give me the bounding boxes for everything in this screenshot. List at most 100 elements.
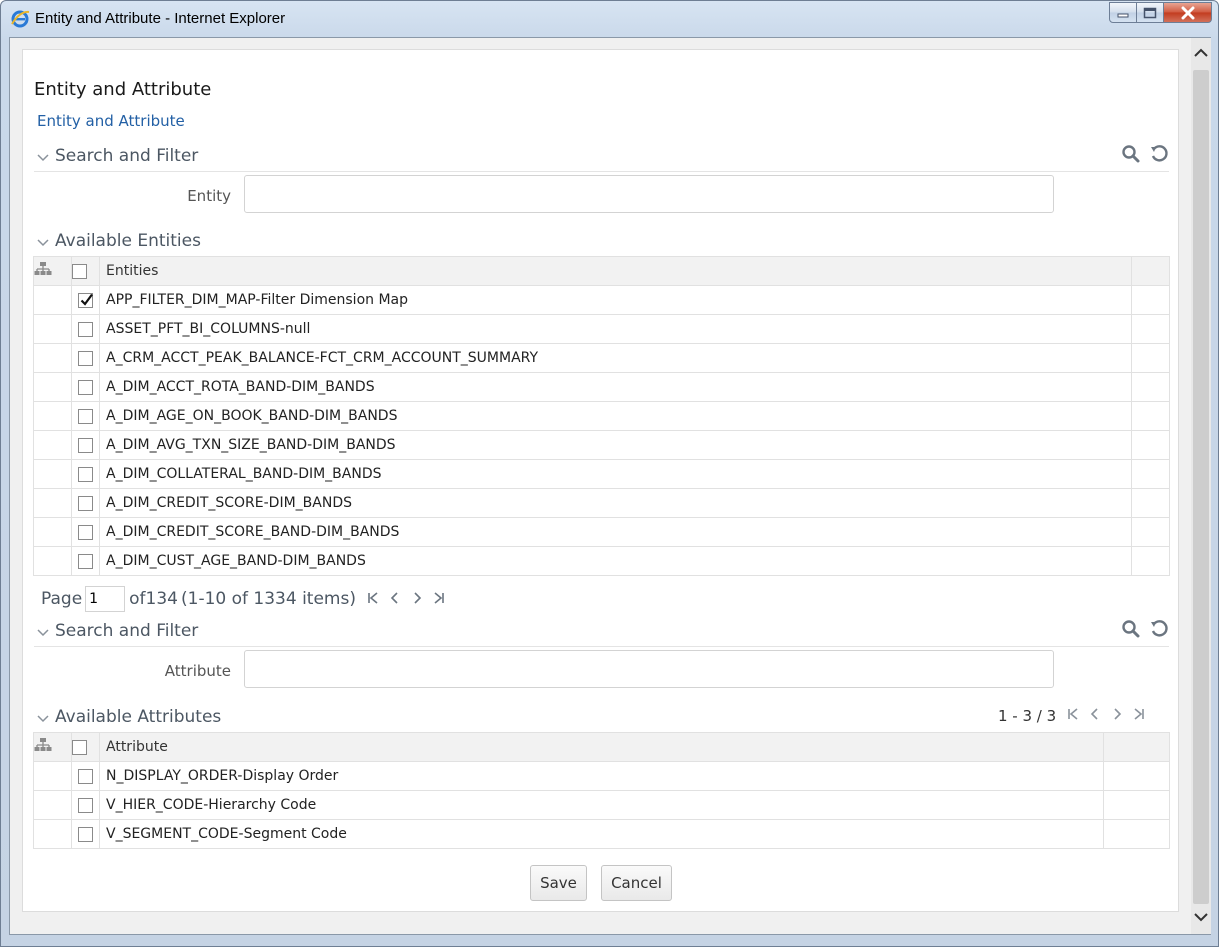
row-label[interactable]: A_DIM_CREDIT_SCORE_BAND-DIM_BANDS: [99, 517, 1132, 547]
select-all-checkbox-cell[interactable]: [71, 256, 100, 286]
row-checkbox[interactable]: [78, 495, 93, 511]
scroll-down-button[interactable]: [1191, 904, 1211, 930]
hierarchy-column-header[interactable]: [33, 732, 72, 762]
table-row[interactable]: N_DISPLAY_ORDER-Display Order: [33, 761, 1170, 791]
page-number-input[interactable]: [85, 586, 126, 612]
first-page-icon[interactable]: [1062, 707, 1084, 725]
row-checkbox[interactable]: [78, 797, 93, 813]
cancel-button[interactable]: Cancel: [601, 865, 672, 901]
previous-page-icon[interactable]: [384, 590, 406, 608]
row-checkbox[interactable]: [78, 408, 93, 424]
row-checkbox[interactable]: [78, 553, 93, 569]
table-row[interactable]: A_DIM_AGE_ON_BOOK_BAND-DIM_BANDS: [33, 401, 1170, 431]
scroll-up-button[interactable]: [1191, 40, 1211, 66]
chevron-down-icon[interactable]: [36, 150, 50, 164]
next-page-icon[interactable]: [1106, 707, 1128, 725]
row-checkbox[interactable]: [78, 524, 93, 540]
maximize-button[interactable]: [1137, 2, 1164, 23]
row-checkbox-cell[interactable]: [71, 517, 100, 547]
search-icon[interactable]: [1121, 144, 1141, 164]
close-button[interactable]: [1164, 2, 1212, 23]
search-icon[interactable]: [1121, 619, 1141, 639]
table-row[interactable]: V_HIER_CODE-Hierarchy Code: [33, 790, 1170, 820]
row-checkbox-cell[interactable]: [71, 761, 100, 791]
row-checkbox-cell[interactable]: [71, 372, 100, 402]
row-checkbox-cell[interactable]: [71, 430, 100, 460]
row-label[interactable]: A_DIM_CREDIT_SCORE-DIM_BANDS: [99, 488, 1132, 518]
chevron-down-icon[interactable]: [36, 711, 50, 725]
row-label[interactable]: APP_FILTER_DIM_MAP-Filter Dimension Map: [99, 285, 1132, 315]
chevron-down-icon[interactable]: [36, 235, 50, 249]
row-spacer-cell: [33, 285, 72, 315]
save-button[interactable]: Save: [530, 865, 587, 901]
attribute-field-label: Attribute: [164, 662, 231, 680]
row-checkbox-cell[interactable]: [71, 546, 100, 576]
items-range-text: (1-10 of 1334 items): [181, 589, 356, 609]
row-checkbox[interactable]: [78, 350, 93, 366]
row-label[interactable]: A_DIM_CUST_AGE_BAND-DIM_BANDS: [99, 546, 1132, 576]
row-checkbox-cell[interactable]: [71, 285, 100, 315]
row-label[interactable]: A_DIM_COLLATERAL_BAND-DIM_BANDS: [99, 459, 1132, 489]
table-row[interactable]: A_DIM_CREDIT_SCORE_BAND-DIM_BANDS: [33, 517, 1170, 547]
row-label[interactable]: V_SEGMENT_CODE-Segment Code: [99, 819, 1104, 849]
table-row[interactable]: A_CRM_ACCT_PEAK_BALANCE-FCT_CRM_ACCOUNT_…: [33, 343, 1170, 373]
hierarchy-column-header[interactable]: [33, 256, 72, 286]
section-title: Available Entities: [55, 231, 201, 251]
reset-icon[interactable]: [1149, 619, 1169, 639]
breadcrumb[interactable]: Entity and Attribute: [37, 112, 185, 130]
row-checkbox[interactable]: [78, 321, 93, 337]
vertical-scrollbar[interactable]: [1191, 38, 1211, 934]
row-extra-cell: [1131, 372, 1170, 402]
row-label[interactable]: ASSET_PFT_BI_COLUMNS-null: [99, 314, 1132, 344]
last-page-icon[interactable]: [428, 590, 450, 608]
previous-page-icon[interactable]: [1084, 707, 1106, 725]
row-label[interactable]: A_DIM_ACCT_ROTA_BAND-DIM_BANDS: [99, 372, 1132, 402]
row-label[interactable]: N_DISPLAY_ORDER-Display Order: [99, 761, 1104, 791]
table-row[interactable]: A_DIM_CREDIT_SCORE-DIM_BANDS: [33, 488, 1170, 518]
row-spacer-cell: [33, 401, 72, 431]
scrollbar-thumb[interactable]: [1193, 70, 1209, 904]
entities-column-header[interactable]: Entities: [99, 256, 1132, 286]
table-row[interactable]: A_DIM_COLLATERAL_BAND-DIM_BANDS: [33, 459, 1170, 489]
reset-icon[interactable]: [1149, 144, 1169, 164]
attributes-range-text: 1 - 3 / 3: [998, 707, 1057, 725]
table-row[interactable]: A_DIM_ACCT_ROTA_BAND-DIM_BANDS: [33, 372, 1170, 402]
row-checkbox[interactable]: [78, 292, 93, 308]
select-all-checkbox[interactable]: [72, 739, 87, 755]
row-checkbox-cell[interactable]: [71, 790, 100, 820]
table-row[interactable]: APP_FILTER_DIM_MAP-Filter Dimension Map: [33, 285, 1170, 315]
minimize-button[interactable]: [1109, 2, 1137, 23]
row-extra-cell: [1131, 546, 1170, 576]
select-all-checkbox-cell[interactable]: [71, 732, 100, 762]
attribute-search-input[interactable]: [244, 650, 1054, 688]
first-page-icon[interactable]: [362, 590, 384, 608]
row-label[interactable]: A_DIM_AGE_ON_BOOK_BAND-DIM_BANDS: [99, 401, 1132, 431]
row-checkbox[interactable]: [78, 437, 93, 453]
row-extra-cell: [1131, 488, 1170, 518]
table-row[interactable]: A_DIM_AVG_TXN_SIZE_BAND-DIM_BANDS: [33, 430, 1170, 460]
row-checkbox-cell[interactable]: [71, 819, 100, 849]
chevron-down-icon[interactable]: [36, 625, 50, 639]
attribute-column-header[interactable]: Attribute: [99, 732, 1104, 762]
row-checkbox-cell[interactable]: [71, 401, 100, 431]
table-row[interactable]: V_SEGMENT_CODE-Segment Code: [33, 819, 1170, 849]
select-all-checkbox[interactable]: [72, 263, 87, 279]
next-page-icon[interactable]: [406, 590, 428, 608]
row-checkbox-cell[interactable]: [71, 314, 100, 344]
row-checkbox[interactable]: [78, 768, 93, 784]
row-label[interactable]: A_CRM_ACCT_PEAK_BALANCE-FCT_CRM_ACCOUNT_…: [99, 343, 1132, 373]
row-checkbox-cell[interactable]: [71, 343, 100, 373]
hierarchy-icon: [34, 738, 52, 751]
entity-search-input[interactable]: [244, 175, 1054, 213]
row-checkbox[interactable]: [78, 379, 93, 395]
row-label[interactable]: V_HIER_CODE-Hierarchy Code: [99, 790, 1104, 820]
row-checkbox-cell[interactable]: [71, 459, 100, 489]
table-row[interactable]: ASSET_PFT_BI_COLUMNS-null: [33, 314, 1170, 344]
title-bar[interactable]: Entity and Attribute - Internet Explorer: [1, 1, 1218, 37]
table-row[interactable]: A_DIM_CUST_AGE_BAND-DIM_BANDS: [33, 546, 1170, 576]
row-checkbox[interactable]: [78, 826, 93, 842]
row-label[interactable]: A_DIM_AVG_TXN_SIZE_BAND-DIM_BANDS: [99, 430, 1132, 460]
row-checkbox-cell[interactable]: [71, 488, 100, 518]
last-page-icon[interactable]: [1128, 707, 1150, 725]
row-checkbox[interactable]: [78, 466, 93, 482]
